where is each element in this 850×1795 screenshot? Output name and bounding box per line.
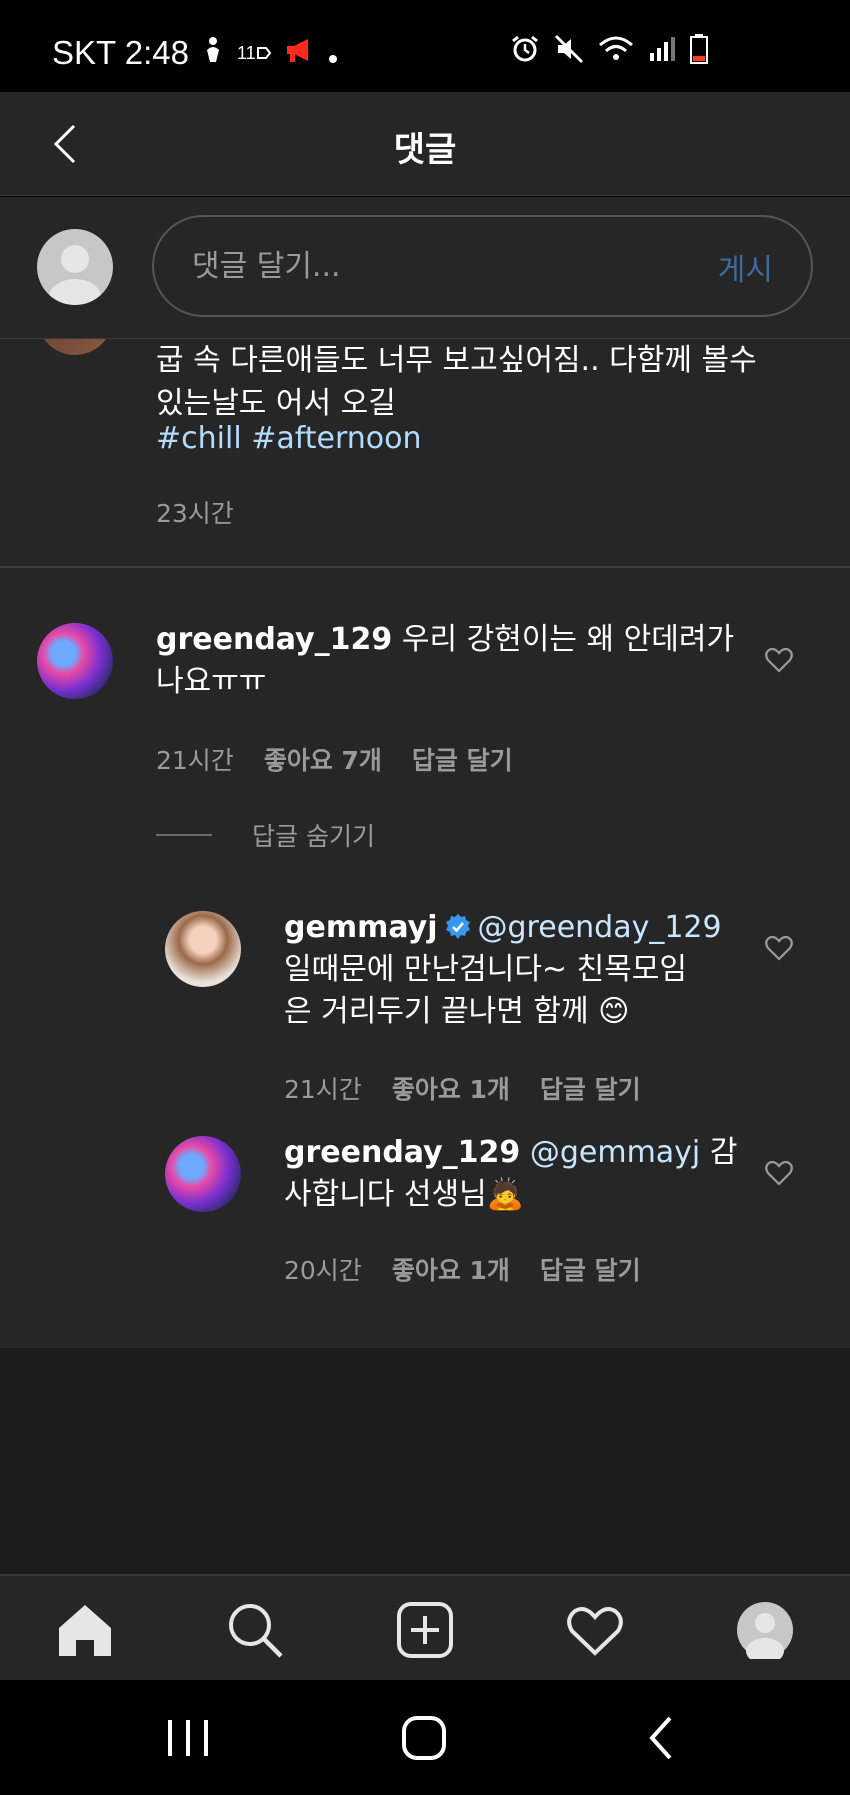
avatar[interactable] — [37, 623, 113, 699]
wifi-icon — [598, 35, 634, 67]
like-count[interactable]: 좋아요 1개 — [392, 1251, 510, 1287]
reply-username[interactable]: gemmayj — [284, 910, 438, 945]
like-heart-icon[interactable] — [764, 933, 794, 963]
reply-text: 일때문에 만난검니다~ 친목모임 — [284, 952, 688, 987]
divider — [156, 834, 212, 836]
search-icon[interactable] — [225, 1600, 285, 1660]
reply-timestamp: 20시간 — [284, 1256, 362, 1285]
page-title: 댓글 — [393, 130, 457, 170]
like-count[interactable]: 좋아요 7개 — [264, 741, 382, 777]
mention-link[interactable]: @gemmayj — [530, 1135, 700, 1170]
bottom-nav — [0, 1574, 850, 1680]
comment-text: 우리 강현이는 왜 안데려가 — [401, 622, 735, 657]
back-icon[interactable] — [634, 1712, 690, 1764]
comments-list: 굽 속 다른애들도 너무 보고싶어짐.. 다함께 볼수 있는날도 어서 오길 #… — [0, 339, 850, 1348]
avatar[interactable] — [165, 1136, 241, 1212]
reply-button[interactable]: 답글 달기 — [540, 1251, 641, 1287]
carrier-time: SKT 2:48 — [52, 34, 189, 71]
comment-body: greenday_129 우리 강현이는 왜 안데려가 나요ㅠㅠ — [156, 619, 736, 703]
like-heart-icon[interactable] — [764, 1158, 794, 1188]
mute-icon — [554, 34, 584, 68]
signal-icon — [648, 35, 676, 67]
network-11-icon: 11 — [237, 43, 272, 64]
comment-timestamp: 21시간 — [156, 746, 234, 775]
reply-body: gemmayj @greenday_129 일때문에 만난검니다~ 친목모임 은 … — [284, 907, 744, 1033]
network-badge: 11 — [236, 42, 256, 63]
reply-text: 사합니다 선생님🙇 — [284, 1177, 525, 1212]
header: 댓글 — [0, 92, 850, 196]
status-left: SKT 2:48 11 — [52, 34, 338, 72]
status-right — [510, 34, 708, 68]
reply-meta: 20시간 좋아요 1개 답글 달기 — [284, 1251, 641, 1287]
hide-replies-button[interactable]: 답글 숨기기 — [156, 817, 375, 853]
comment-meta: 21시간 좋아요 7개 답글 달기 — [156, 741, 513, 777]
default-avatar-icon — [49, 245, 101, 305]
reply-timestamp: 21시간 — [284, 1075, 362, 1104]
add-post-icon[interactable] — [395, 1600, 455, 1660]
activity-heart-icon[interactable] — [565, 1600, 625, 1660]
avatar[interactable] — [165, 911, 241, 987]
reply-button[interactable]: 답글 달기 — [540, 1070, 641, 1106]
comment-input-wrapper: 게시 — [152, 215, 813, 317]
status-bar: SKT 2:48 11 — [0, 0, 850, 92]
dot-icon — [328, 34, 338, 72]
home-icon[interactable] — [55, 1600, 115, 1660]
comment-compose-bar: 게시 — [0, 197, 850, 339]
comment-username[interactable]: greenday_129 — [156, 622, 392, 657]
reply-body: greenday_129 @gemmayj 감 사합니다 선생님🙇 — [284, 1132, 744, 1216]
mention-link[interactable]: @greenday_129 — [478, 910, 722, 945]
hide-replies-label: 답글 숨기기 — [252, 822, 375, 851]
empty-area — [0, 1348, 850, 1574]
comment-input[interactable] — [192, 243, 672, 289]
like-count[interactable]: 좋아요 1개 — [392, 1070, 510, 1106]
reply-button[interactable]: 답글 달기 — [412, 741, 513, 777]
recent-apps-icon[interactable] — [160, 1712, 216, 1764]
system-nav-bar — [0, 1680, 850, 1795]
megaphone-icon — [284, 34, 316, 72]
reply-username[interactable]: greenday_129 — [284, 1135, 520, 1170]
like-heart-icon[interactable] — [764, 645, 794, 675]
home-button-icon[interactable] — [396, 1712, 452, 1764]
person-walking-icon — [201, 36, 225, 71]
reply-meta: 21시간 좋아요 1개 답글 달기 — [284, 1070, 641, 1106]
alarm-icon — [510, 34, 540, 68]
comment-text: 나요ㅠㅠ — [156, 664, 267, 699]
battery-low-icon — [690, 34, 708, 68]
avatar — [37, 229, 113, 305]
reply-text: 감 — [709, 1135, 738, 1170]
profile-avatar-icon[interactable] — [735, 1600, 795, 1660]
post-button[interactable]: 게시 — [718, 245, 773, 289]
verified-badge-icon — [445, 914, 470, 939]
reply-text: 은 거리두기 끝나면 함께 😊 — [284, 994, 630, 1029]
